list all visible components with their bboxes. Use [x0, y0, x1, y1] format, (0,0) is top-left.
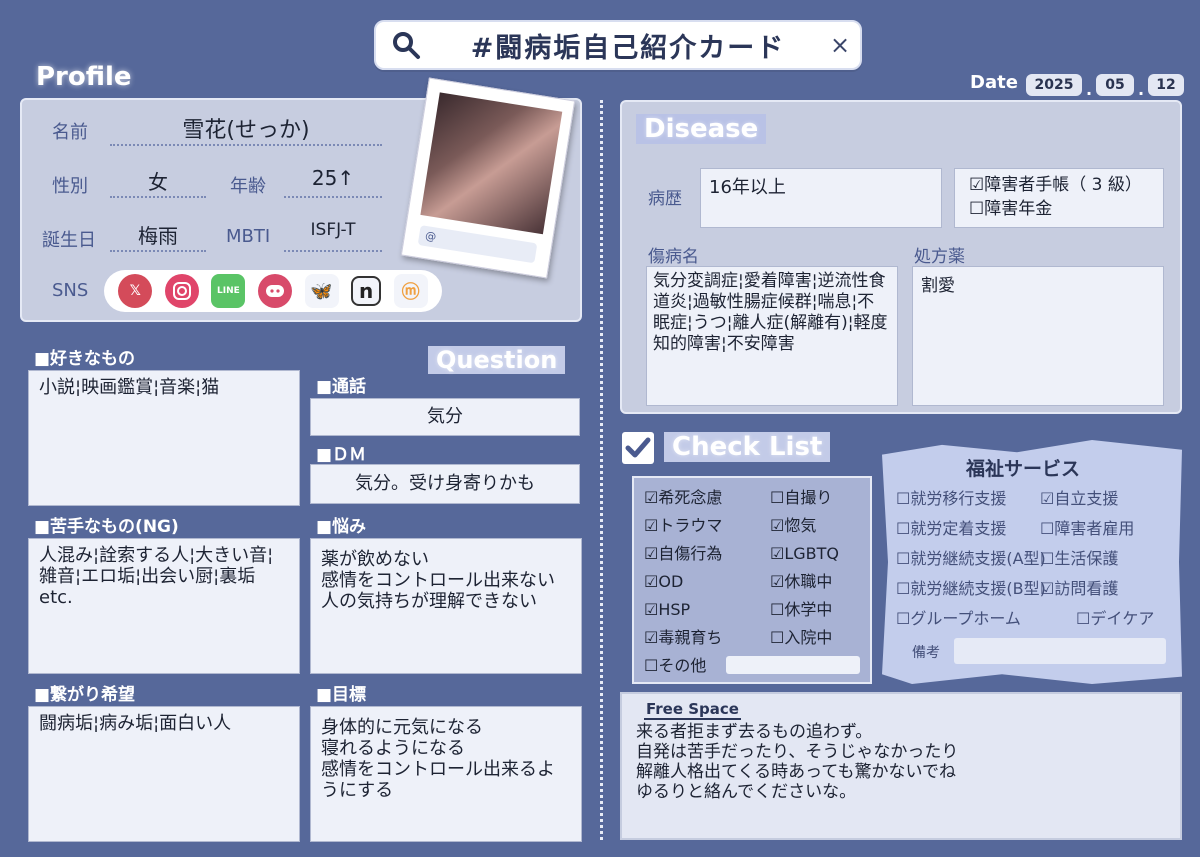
- gender-label: 性別: [52, 176, 88, 197]
- age-label: 年齢: [230, 176, 266, 197]
- mbti-value: ISFJ-T: [284, 220, 382, 252]
- profile-heading: Profile: [36, 62, 132, 92]
- check-item-other[interactable]: ☐その他: [644, 652, 722, 680]
- likes-box: 小説¦映画鑑賞¦音楽¦猫: [28, 370, 300, 506]
- note-icon[interactable]: n: [351, 276, 382, 306]
- card-title: #闘病垢自己紹介カード: [470, 32, 786, 64]
- check-item[interactable]: ☐自撮り: [770, 484, 839, 512]
- date-dot: .: [1138, 80, 1145, 99]
- check-item[interactable]: ☑LGBTQ: [770, 540, 839, 568]
- bluesky-icon[interactable]: 🦋: [304, 274, 339, 308]
- welfare-item[interactable]: ☐生活保護: [1040, 544, 1154, 574]
- line-icon[interactable]: LINE: [211, 274, 246, 308]
- date-day: 12: [1148, 74, 1184, 96]
- welfare-item[interactable]: ☐就労移行支援: [896, 484, 1046, 514]
- welfare-item[interactable]: ☐グループホーム: [896, 604, 1046, 634]
- checkbox-icon: [622, 432, 654, 464]
- check-item[interactable]: ☑HSP: [644, 596, 722, 624]
- sns-bar: 𝕏 LINE 🦋 n ⓜ: [104, 270, 442, 312]
- diagnosis-box: 気分変調症¦愛着障害¦逆流性食道炎¦過敏性腸症候群¦喘息¦不眠症¦うつ¦離人症(…: [646, 266, 898, 406]
- dislikes-heading: ■苦手なもの(NG): [34, 517, 179, 537]
- check-item[interactable]: ☑毒親育ち: [644, 624, 722, 652]
- sns-label: SNS: [52, 280, 89, 301]
- question-heading: Question: [428, 346, 566, 374]
- medication-label: 処方薬: [914, 247, 965, 267]
- dislikes-box: 人混み¦詮索する人¦大きい音¦雑音¦エロ垢¦出会い厨¦裏垢 etc.: [28, 538, 300, 674]
- checklist-left-col: ☑希死念慮 ☑トラウマ ☑自傷行為 ☑OD ☑HSP ☑毒親育ち ☐その他: [644, 484, 722, 680]
- name-label: 名前: [52, 122, 88, 143]
- name-value: 雪花(せっか): [110, 112, 382, 146]
- birthday-label: 誕生日: [42, 230, 96, 251]
- search-icon: [376, 22, 436, 68]
- history-value: 16年以上: [700, 168, 942, 228]
- gender-value: 女: [110, 166, 206, 198]
- likes-heading: ■好きなもの: [34, 349, 136, 369]
- photo-handle: @: [417, 225, 538, 264]
- check-item[interactable]: ☑希死念慮: [644, 484, 722, 512]
- mbti-label: MBTI: [226, 226, 271, 247]
- dm-value: 気分。受け身寄りかも: [310, 464, 580, 504]
- date-label: Date: [970, 72, 1018, 93]
- title-search-bar[interactable]: #闘病垢自己紹介カード ×: [374, 20, 862, 70]
- free-space-heading: Free Space: [644, 700, 741, 720]
- date-dot: .: [1086, 80, 1093, 99]
- welfare-item[interactable]: ☐就労継続支援(B型): [896, 574, 1046, 604]
- profile-photo-frame: @: [400, 77, 576, 279]
- check-item[interactable]: ☑自傷行為: [644, 540, 722, 568]
- welfare-item[interactable]: ☐就労定着支援: [896, 514, 1046, 544]
- free-space-text: 来る者拒まず去るもの追わず。 自発は苦手だったり、そうじゃなかったり 解離人格出…: [636, 722, 959, 802]
- age-value: 25↑: [284, 166, 382, 198]
- welfare-right-col: ☑自立支援 ☐障害者雇用 ☐生活保護 ☑訪問看護 ☐デイケア: [1040, 484, 1154, 634]
- date-year: 2025: [1026, 74, 1082, 96]
- welfare-heading: 福祉サービス: [966, 458, 1081, 480]
- center-divider: [600, 100, 603, 840]
- welfare-item[interactable]: ☐障害者雇用: [1040, 514, 1154, 544]
- welfare-item[interactable]: ☑自立支援: [1040, 484, 1154, 514]
- certificate-box: ☑障害者手帳（ 3 級） ☐障害年金: [954, 168, 1164, 228]
- disability-cert-check[interactable]: ☑障害者手帳（ 3 級）: [969, 173, 1149, 197]
- connect-box: 闘病垢¦病み垢¦面白い人: [28, 706, 300, 842]
- instagram-icon[interactable]: [164, 274, 199, 308]
- medication-box: 割愛: [912, 266, 1164, 406]
- worry-box: 薬が飲めない 感情をコントロール出来ない 人の気持ちが理解できない: [310, 538, 582, 674]
- disability-pension-check[interactable]: ☐障害年金: [969, 197, 1149, 221]
- check-item[interactable]: ☐休学中: [770, 596, 839, 624]
- profile-photo: [420, 92, 563, 235]
- checklist-right-col: ☐自撮り ☑惚気 ☑LGBTQ ☑休職中 ☐休学中 ☐入院中: [770, 484, 839, 652]
- welfare-note-input[interactable]: [954, 638, 1166, 664]
- worry-heading: ■悩み: [316, 517, 367, 537]
- birthday-value: 梅雨: [110, 220, 206, 252]
- welfare-item[interactable]: ☐デイケア: [1040, 604, 1154, 634]
- call-value: 気分: [310, 398, 580, 436]
- welfare-item[interactable]: ☐就労継続支援(A型): [896, 544, 1046, 574]
- connect-heading: ■繋がり希望: [34, 685, 136, 705]
- close-icon[interactable]: ×: [820, 31, 860, 59]
- check-item[interactable]: ☐入院中: [770, 624, 839, 652]
- other-input[interactable]: [726, 656, 860, 674]
- checklist-heading: Check List: [664, 432, 831, 462]
- history-label: 病歴: [648, 189, 682, 209]
- welfare-item[interactable]: ☑訪問看護: [1040, 574, 1154, 604]
- diagnosis-label: 傷病名: [648, 247, 699, 267]
- check-item[interactable]: ☑トラウマ: [644, 512, 722, 540]
- dm-heading: ■ＤＭ: [316, 445, 367, 465]
- call-heading: ■通話: [316, 377, 367, 397]
- check-item[interactable]: ☑OD: [644, 568, 722, 596]
- x-icon[interactable]: 𝕏: [118, 274, 153, 308]
- goal-heading: ■目標: [316, 685, 367, 705]
- discord-icon[interactable]: [257, 274, 292, 308]
- misskey-icon[interactable]: ⓜ: [393, 274, 428, 308]
- disease-heading: Disease: [636, 114, 767, 144]
- welfare-left-col: ☐就労移行支援 ☐就労定着支援 ☐就労継続支援(A型) ☐就労継続支援(B型) …: [896, 484, 1046, 634]
- date-month: 05: [1096, 74, 1134, 96]
- check-item[interactable]: ☑惚気: [770, 512, 839, 540]
- check-item[interactable]: ☑休職中: [770, 568, 839, 596]
- goal-box: 身体的に元気になる 寝れるようになる 感情をコントロール出来るようにする: [310, 706, 582, 842]
- welfare-note-label: 備考: [912, 645, 940, 661]
